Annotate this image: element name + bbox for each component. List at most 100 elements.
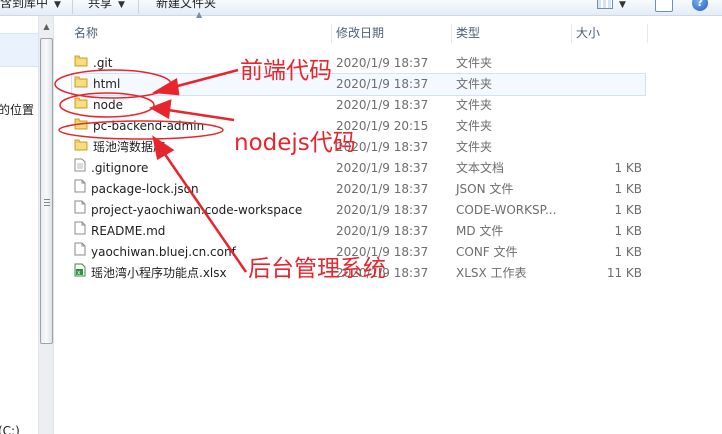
column-size-label: 大小 (576, 26, 601, 40)
file-size: 1 KB (614, 203, 642, 217)
file-name: 瑶池湾小程序功能点.xlsx (91, 266, 227, 280)
column-divider[interactable] (647, 24, 648, 43)
scroll-up-icon[interactable]: ▲ (39, 20, 54, 34)
view-icon (597, 0, 613, 9)
file-name-cell[interactable]: .gitignore (74, 158, 148, 179)
file-name: 瑶池湾数据库 (93, 140, 166, 154)
column-type[interactable]: 类型 (451, 24, 571, 43)
file-row[interactable]: .git 2020/1/9 18:37 文件夹 (54, 53, 722, 74)
file-name-cell[interactable]: package-lock.json (74, 179, 199, 200)
column-header: 名称 修改日期 类型 大小 (54, 24, 722, 43)
file-row[interactable]: yaochiwan.bluej.cn.conf 2020/1/9 18:37 CON… (54, 242, 722, 263)
file-name-cell[interactable]: html (74, 74, 120, 95)
file-name: html (93, 77, 121, 91)
navigation-pane: 的位置 (C:) (0, 16, 38, 434)
help-icon[interactable]: ? (692, 0, 708, 11)
file-name-cell[interactable]: README.md (74, 221, 165, 242)
share-button[interactable]: 共享 ▼ (88, 0, 125, 11)
file-name: package-lock.json (91, 182, 199, 196)
file-row[interactable]: pc-backend-admin 2020/1/9 20:15 文件夹 (54, 116, 722, 137)
command-toolbar: 含到库中 ▼ 共享 ▼ 新建文件夹 ▼ ? (0, 0, 722, 16)
file-name-cell[interactable]: pc-backend-admin (74, 116, 204, 137)
folder-icon (74, 116, 88, 137)
chevron-down-icon: ▼ (54, 0, 61, 10)
grip-icon (44, 199, 50, 206)
include-in-library-label: 含到库中 (0, 0, 49, 10)
file-type: 文件夹 (456, 119, 493, 133)
view-options-button[interactable]: ▼ (597, 0, 626, 11)
column-name[interactable]: 名称 (69, 24, 331, 43)
file-type: 文件夹 (456, 140, 493, 154)
file-date: 2020/1/9 18:37 (336, 224, 429, 238)
annotation-nodejs: nodejs代码 (234, 130, 356, 156)
file-name-cell[interactable]: yaochiwan.bluej.cn.conf (74, 242, 236, 263)
file-type: CODE-WORKSP... (456, 203, 557, 217)
file-name: node (93, 98, 123, 112)
file-date: 2020/1/9 18:37 (336, 182, 429, 196)
folder-icon (74, 95, 88, 116)
file-icon (74, 221, 86, 242)
file-row[interactable]: html 2020/1/9 18:37 文件夹 (71, 73, 646, 96)
file-name: yaochiwan.bluej.cn.conf (91, 245, 236, 259)
file-size: 11 KB (606, 266, 642, 280)
file-row[interactable]: project-yaochiwan.code-workspace 2020/1/9… (54, 200, 722, 221)
file-row[interactable]: package-lock.json 2020/1/9 18:37 JSON 文件 1 … (54, 179, 722, 200)
sort-ascending-icon: ▲ (196, 10, 203, 19)
nav-selected-item[interactable] (0, 33, 38, 67)
file-date: 2020/1/9 18:37 (336, 203, 429, 217)
include-in-library-button[interactable]: 含到库中 ▼ (0, 0, 61, 11)
annotation-frontend: 前端代码 (240, 58, 332, 84)
file-icon (74, 242, 86, 263)
nav-item-drive[interactable]: (C:) (0, 424, 20, 434)
file-name: project-yaochiwan.code-workspace (91, 203, 303, 217)
toolbar-divider (138, 0, 139, 14)
file-name-cell[interactable]: .git (74, 53, 112, 74)
file-row[interactable]: x 瑶池湾小程序功能点.xlsx 2020/1/9 18:37 XLSX 工作表 11 … (54, 263, 722, 284)
text-file-icon (74, 158, 86, 179)
file-name: .git (93, 56, 113, 70)
preview-pane-button[interactable] (655, 0, 673, 12)
file-date: 2020/1/9 18:37 (336, 56, 429, 70)
file-row[interactable]: 瑶池湾数据库 2020/1/9 18:37 文件夹 (54, 137, 722, 158)
file-name-cell[interactable]: 瑶池湾数据库 (74, 137, 165, 158)
file-type: 文本文档 (456, 161, 505, 175)
file-row[interactable]: README.md 2020/1/9 18:37 MD 文件 1 KB (54, 221, 722, 242)
new-folder-label: 新建文件夹 (156, 0, 217, 10)
file-name-cell[interactable]: x 瑶池湾小程序功能点.xlsx (74, 263, 227, 284)
new-folder-button[interactable]: 新建文件夹 (156, 0, 216, 11)
svg-text:x: x (77, 270, 81, 277)
file-type: 文件夹 (456, 56, 493, 70)
excel-icon: x (74, 263, 86, 284)
file-size: 1 KB (614, 161, 642, 175)
nav-item-location[interactable]: 的位置 (0, 101, 34, 118)
folder-icon (74, 74, 88, 95)
file-name-cell[interactable]: project-yaochiwan.code-workspace (74, 200, 302, 221)
folder-icon (74, 137, 88, 158)
file-name-cell[interactable]: node (74, 95, 123, 116)
annotation-backend: 后台管理系统 (248, 256, 386, 282)
file-row[interactable]: .gitignore 2020/1/9 18:37 文本文档 1 KB (54, 158, 722, 179)
column-date-label: 修改日期 (336, 26, 385, 40)
chevron-down-icon: ▼ (118, 0, 125, 10)
column-type-label: 类型 (456, 26, 481, 40)
toolbar-divider (72, 0, 73, 14)
file-name: README.md (91, 224, 166, 238)
file-type: XLSX 工作表 (456, 266, 527, 280)
file-date: 2020/1/9 18:37 (336, 77, 429, 91)
nav-scrollbar[interactable]: ▲ (38, 16, 54, 434)
file-row[interactable]: node 2020/1/9 18:37 文件夹 (54, 95, 722, 116)
file-type: CONF 文件 (456, 245, 518, 259)
file-size: 1 KB (614, 245, 642, 259)
file-name: .gitignore (91, 161, 149, 175)
explorer-window: 含到库中 ▼ 共享 ▼ 新建文件夹 ▼ ? 的位置 (C:) ▲ ▲ 名称 修改日期 (0, 0, 722, 434)
file-type: JSON 文件 (456, 182, 514, 196)
file-name: pc-backend-admin (93, 119, 205, 133)
folder-icon (74, 53, 88, 74)
column-date[interactable]: 修改日期 (331, 24, 451, 43)
file-icon (74, 179, 86, 200)
file-type: 文件夹 (456, 77, 493, 91)
file-list: ▲ 名称 修改日期 类型 大小 .git 2020/1/9 18:37 文件夹 htm… (54, 10, 722, 434)
file-type: 文件夹 (456, 98, 493, 112)
column-size[interactable]: 大小 (571, 24, 647, 43)
scroll-thumb[interactable] (40, 38, 53, 344)
